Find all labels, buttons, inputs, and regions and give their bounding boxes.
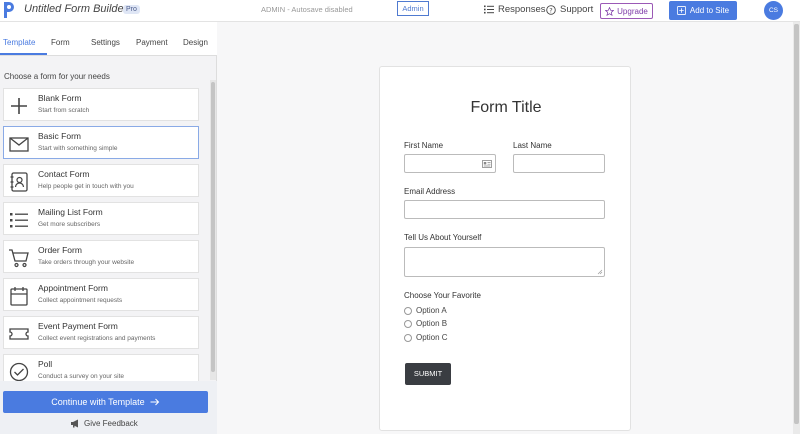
template-contact-form[interactable]: Contact Form Help people get in touch wi… (3, 164, 199, 197)
template-appointment-form[interactable]: Appointment Form Collect appointment req… (3, 278, 199, 311)
template-title: Event Payment Form (38, 321, 118, 331)
continue-label: Continue with Template (51, 397, 145, 407)
sidebar: Template Form Settings Payment Design Ch… (0, 22, 217, 434)
last-name-label: Last Name (513, 141, 552, 150)
add-to-site-label: Add to Site (689, 6, 730, 15)
responses-label: Responses (498, 4, 546, 15)
template-blank-form[interactable]: Blank Form Start from scratch (3, 88, 199, 121)
template-subtitle: Collect event registrations and payments (38, 335, 156, 342)
add-to-site-button[interactable]: Add to Site (669, 1, 737, 20)
option-b-radio[interactable]: Option B (404, 319, 447, 328)
radio-circle[interactable] (404, 333, 412, 342)
tab-payment[interactable]: Payment (136, 38, 168, 47)
megaphone-icon (71, 419, 78, 428)
upgrade-label: Upgrade (617, 6, 648, 16)
email-input[interactable] (404, 200, 605, 219)
resize-handle-icon[interactable] (597, 269, 603, 275)
template-basic-form[interactable]: Basic Form Start with something simple (3, 126, 199, 159)
template-subtitle: Conduct a survey on your site (38, 373, 124, 380)
template-subtitle: Start from scratch (38, 107, 90, 114)
template-subtitle: Get more subscribers (38, 221, 101, 228)
template-title: Poll (38, 359, 53, 369)
favorite-label: Choose Your Favorite (404, 291, 481, 300)
template-mailing-list-form[interactable]: Mailing List Form Get more subscribers (3, 202, 199, 235)
template-title: Basic Form (38, 131, 81, 141)
help-icon: ? (546, 4, 556, 15)
give-feedback-label: Give Feedback (84, 419, 138, 428)
template-title: Blank Form (38, 93, 82, 103)
template-subtitle: Help people get in touch with you (38, 183, 134, 190)
option-c-radio[interactable]: Option C (404, 333, 448, 342)
logo-icon (4, 2, 14, 18)
sidebar-tabs: Template Form Settings Payment Design (0, 22, 217, 56)
canvas-scroll-thumb[interactable] (794, 24, 799, 424)
app-title[interactable]: Untitled Form Builder (24, 3, 127, 15)
template-subtitle: Collect appointment requests (38, 297, 123, 304)
submit-button[interactable]: SUBMIT (405, 363, 451, 385)
tab-form[interactable]: Form (51, 38, 70, 47)
template-title: Appointment Form (38, 283, 108, 293)
continue-with-template-button[interactable]: Continue with Template (3, 391, 208, 413)
support-link[interactable]: ? Support (546, 4, 593, 15)
template-title: Mailing List Form (38, 207, 103, 217)
option-label: Option B (416, 319, 448, 328)
tab-design[interactable]: Design (183, 38, 208, 47)
sidebar-scroll-thumb[interactable] (211, 82, 215, 372)
first-name-label: First Name (404, 141, 444, 150)
choose-heading: Choose a form for your needs (4, 72, 110, 81)
responses-link[interactable]: Responses (484, 4, 546, 15)
upgrade-button[interactable]: Upgrade (600, 3, 653, 19)
svg-text:?: ? (549, 6, 552, 14)
last-name-input[interactable] (513, 154, 605, 173)
template-title: Order Form (38, 245, 82, 255)
give-feedback-link[interactable]: Give Feedback (70, 419, 138, 428)
template-event-payment-form[interactable]: Event Payment Form Collect event registr… (3, 316, 199, 349)
tab-settings[interactable]: Settings (91, 38, 120, 47)
template-order-form[interactable]: Order Form Take orders through your webs… (3, 240, 199, 273)
email-label: Email Address (404, 187, 456, 196)
option-a-radio[interactable]: Option A (404, 306, 447, 315)
cart-icon (9, 249, 29, 268)
envelope-icon (9, 137, 29, 152)
about-label: Tell Us About Yourself (404, 233, 482, 242)
pro-badge: Pro (123, 5, 140, 14)
support-label: Support (560, 4, 594, 15)
ticket-icon (9, 328, 29, 340)
star-icon (605, 6, 615, 16)
about-textarea[interactable] (404, 247, 605, 277)
admin-button[interactable]: Admin (397, 1, 429, 16)
form-preview: Form Title First Name Last Name Email Ad… (379, 66, 631, 431)
arrow-right-icon (150, 398, 159, 406)
template-title: Contact Form (38, 169, 90, 179)
contact-book-icon (10, 172, 28, 192)
tab-template[interactable]: Template (3, 38, 35, 47)
check-circle-icon (9, 362, 29, 382)
contact-card-icon (482, 160, 492, 168)
option-label: Option A (416, 306, 447, 315)
option-label: Option C (416, 333, 448, 342)
avatar[interactable]: CS (764, 1, 783, 20)
active-tab-indicator (0, 53, 47, 55)
top-bar: Untitled Form Builder Pro ADMIN - Autosa… (0, 0, 800, 22)
add-square-icon (676, 6, 686, 15)
calendar-icon (10, 287, 28, 306)
list-icon (484, 5, 494, 14)
first-name-input[interactable] (404, 154, 496, 173)
template-subtitle: Take orders through your website (38, 259, 135, 266)
form-title[interactable]: Form Title (380, 99, 632, 117)
radio-circle[interactable] (404, 306, 412, 315)
list-icon (10, 213, 28, 228)
radio-circle[interactable] (404, 319, 412, 328)
autosave-status: ADMIN - Autosave disabled (261, 5, 353, 14)
plus-icon (11, 98, 27, 114)
template-subtitle: Start with something simple (38, 145, 118, 152)
